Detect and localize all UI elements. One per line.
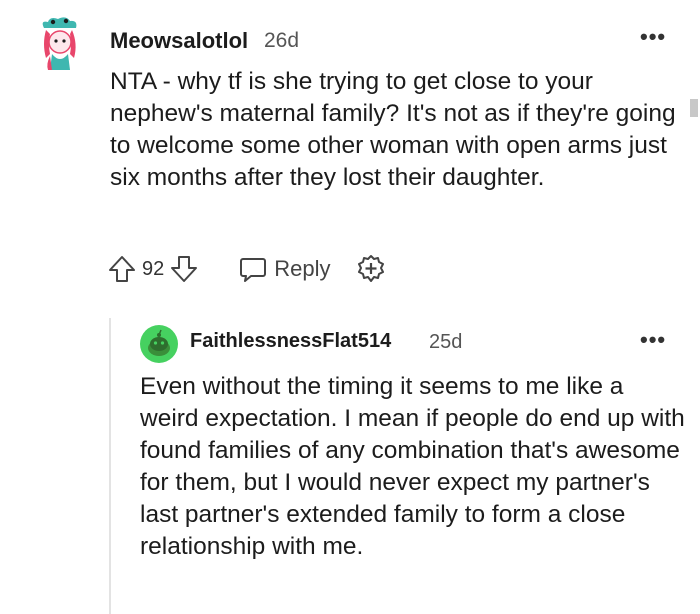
reply-user-avatar[interactable]	[140, 325, 178, 363]
arrow-up-icon	[109, 256, 135, 282]
reply-label: Reply	[274, 256, 331, 281]
speech-bubble-icon	[240, 258, 267, 282]
reply-age: 25d	[429, 331, 463, 353]
reply-body: Even without the timing it seems to me l…	[140, 373, 685, 560]
user-avatar[interactable]	[36, 14, 84, 72]
reply-button[interactable]: Reply	[238, 254, 331, 284]
reply-more-options-icon[interactable]: •••	[640, 327, 666, 353]
reply-author[interactable]: FaithlessnessFlat514	[190, 330, 391, 353]
arrow-down-icon	[171, 256, 198, 282]
downvote-button[interactable]	[168, 253, 200, 285]
vote-count: 92	[142, 257, 165, 280]
comment-actions: 92 Reply	[106, 252, 387, 286]
upvote-button[interactable]	[106, 253, 138, 285]
award-plus-icon	[357, 255, 384, 282]
comment-body: NTA - why tf is she trying to get close …	[110, 68, 676, 191]
thread-line[interactable]	[109, 318, 111, 614]
comment-age: 26d	[264, 29, 300, 52]
award-button[interactable]	[355, 253, 387, 285]
more-options-icon[interactable]: •••	[640, 24, 666, 50]
comment-author[interactable]: Meowsalotlol	[110, 28, 248, 54]
scrollbar-thumb[interactable]	[690, 99, 698, 117]
